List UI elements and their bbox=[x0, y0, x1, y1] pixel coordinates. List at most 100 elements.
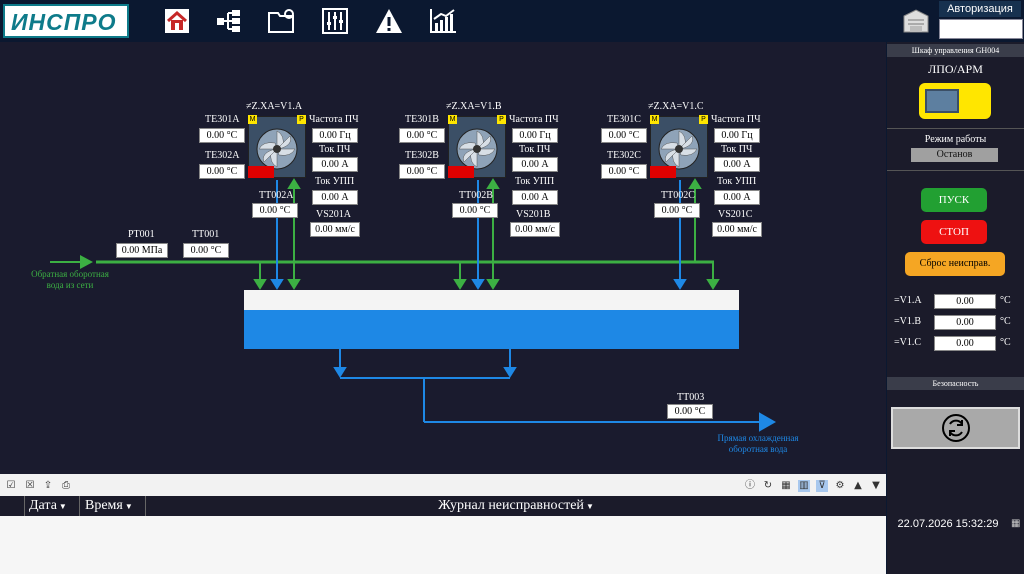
te301-label: TE301C bbox=[607, 114, 641, 125]
outlet-label: Прямая охлажденная оборотная вода bbox=[717, 433, 799, 454]
temp-unit: °C bbox=[1000, 337, 1011, 348]
freq-label: Частота ПЧ bbox=[711, 114, 761, 125]
history-icon[interactable]: ↻ bbox=[762, 480, 774, 492]
vibration-value: 0.00 мм/с bbox=[310, 222, 360, 237]
user-login-icon[interactable] bbox=[900, 6, 932, 36]
temp-label: =V1.B bbox=[894, 316, 922, 327]
tt001-label: TT001 bbox=[192, 229, 220, 240]
auth-user-field[interactable] bbox=[939, 19, 1023, 39]
freq-value: 0.00 Гц bbox=[312, 128, 358, 143]
tt001-value: 0.00 °C bbox=[183, 243, 229, 258]
control-panel: Шкаф управления GH004 ЛПО/АРМ Режим рабо… bbox=[887, 42, 1024, 474]
calendar-icon[interactable]: ▦ bbox=[780, 480, 792, 492]
reset-faults-button[interactable]: Сброс неисправ. bbox=[905, 252, 1005, 276]
freq-label: Частота ПЧ bbox=[509, 114, 559, 125]
scroll-up-icon[interactable]: ▲ bbox=[852, 480, 864, 492]
temp-label: =V1.A bbox=[894, 295, 922, 306]
tag-p: P bbox=[297, 115, 306, 124]
safety-reset-button[interactable] bbox=[891, 407, 1020, 449]
info-icon[interactable]: ⓘ bbox=[744, 480, 756, 492]
te301-label: TE301A bbox=[205, 114, 240, 125]
journal-body bbox=[0, 516, 886, 574]
journal-col-date[interactable]: Дата ▼ bbox=[25, 496, 80, 516]
temp-unit: °C bbox=[1000, 295, 1011, 306]
tag-m: M bbox=[650, 115, 659, 124]
te302-value: 0.00 °C bbox=[399, 164, 445, 179]
auth-label: Авторизация bbox=[939, 1, 1021, 17]
start-button[interactable]: ПУСК bbox=[921, 188, 987, 212]
tank-water-section bbox=[244, 310, 739, 349]
vibration-value: 0.00 мм/с bbox=[510, 222, 560, 237]
checkbox-list-icon[interactable]: ☑ bbox=[5, 480, 17, 492]
fault-indicator bbox=[248, 166, 274, 178]
circular-arrows-icon bbox=[941, 414, 970, 442]
divider bbox=[887, 128, 1024, 129]
journal-col-title[interactable]: Журнал неисправностей ▼ bbox=[146, 496, 886, 516]
piping-lines bbox=[50, 178, 777, 432]
te301-value: 0.00 °C bbox=[601, 128, 647, 143]
inlet-label: Обратная оборотная вода из сети bbox=[31, 269, 109, 290]
freq-label: Частота ПЧ bbox=[309, 114, 359, 125]
freq-value: 0.00 Гц bbox=[714, 128, 760, 143]
clock-value: 22.07.2026 15:32:29 bbox=[897, 518, 999, 530]
logo-text: ИНСПРО bbox=[11, 9, 117, 35]
logo: ИНСПРО bbox=[3, 4, 129, 38]
softstarter-label: Ток УПП bbox=[515, 176, 555, 187]
fault-journal: ☑ ☒ ⇪ ⎙ ⓘ ↻ ▦ ▥ ⊽ ⚙ ▲ ▼ Дата ▼ Время ▼ Ж… bbox=[0, 474, 886, 574]
unit-header: ≠Z.XA=V1.C bbox=[648, 101, 704, 112]
tt002-label: TT002C bbox=[661, 190, 695, 201]
filter-icon[interactable]: ⊽ bbox=[816, 480, 828, 492]
te301-label: TE301B bbox=[405, 114, 439, 125]
current-value: 0.00 А bbox=[312, 157, 358, 172]
settings-icon[interactable]: ⚙ bbox=[834, 480, 846, 492]
fault-indicator bbox=[650, 166, 676, 178]
fault-indicator bbox=[448, 166, 474, 178]
tt002-value: 0.00 °C bbox=[452, 203, 498, 218]
calendar-icon[interactable]: ▦ bbox=[1011, 518, 1020, 529]
folder-settings-icon[interactable] bbox=[267, 6, 297, 36]
vibration-label: VS201A bbox=[316, 209, 352, 220]
current-label: Ток ПЧ bbox=[721, 144, 753, 155]
warning-icon[interactable] bbox=[374, 6, 404, 36]
current-value: 0.00 А bbox=[714, 157, 760, 172]
temp-value: 0.00 bbox=[934, 294, 996, 309]
tank-air-section bbox=[244, 290, 739, 310]
scroll-down-icon[interactable]: ▼ bbox=[870, 480, 882, 492]
tt003-value: 0.00 °C bbox=[667, 404, 713, 419]
journal-col-marker bbox=[0, 496, 25, 516]
te301-value: 0.00 °C bbox=[199, 128, 245, 143]
mode-switch-knob bbox=[925, 89, 959, 113]
journal-col-time[interactable]: Время ▼ bbox=[81, 496, 146, 516]
home-icon[interactable] bbox=[162, 6, 192, 36]
vibration-label: VS201C bbox=[718, 209, 753, 220]
tt002-label: TT002A bbox=[259, 190, 294, 201]
tt002-label: TT002B bbox=[459, 190, 493, 201]
trend-chart-icon[interactable] bbox=[428, 6, 458, 36]
freq-value: 0.00 Гц bbox=[512, 128, 558, 143]
tag-p: P bbox=[699, 115, 708, 124]
sliders-icon[interactable] bbox=[320, 6, 350, 36]
softstarter-label: Ток УПП bbox=[717, 176, 757, 187]
temp-label: =V1.C bbox=[894, 337, 922, 348]
current-label: Ток ПЧ bbox=[319, 144, 351, 155]
tag-p: P bbox=[497, 115, 506, 124]
print-icon[interactable]: ⎙ bbox=[60, 480, 72, 492]
pt001-value: 0.00 МПа bbox=[116, 243, 168, 258]
export-icon[interactable]: ⇪ bbox=[42, 480, 54, 492]
te302-value: 0.00 °C bbox=[601, 164, 647, 179]
acknowledge-icon[interactable]: ☒ bbox=[24, 480, 36, 492]
softstarter-value: 0.00 А bbox=[512, 190, 558, 205]
stop-button[interactable]: СТОП bbox=[921, 220, 987, 244]
network-tree-icon[interactable] bbox=[214, 6, 244, 36]
safety-title: Безопасность bbox=[887, 377, 1024, 390]
current-value: 0.00 А bbox=[512, 157, 558, 172]
work-mode-value: Останов bbox=[911, 148, 998, 162]
mode-switch-toggle[interactable] bbox=[919, 83, 991, 119]
temp-value: 0.00 bbox=[934, 336, 996, 351]
clock-panel: 22.07.2026 15:32:29 ▦ bbox=[887, 474, 1024, 574]
unit-header: ≠Z.XA=V1.A bbox=[246, 101, 303, 112]
tag-m: M bbox=[248, 115, 257, 124]
te302-label: TE302B bbox=[405, 150, 439, 161]
temp-unit: °C bbox=[1000, 316, 1011, 327]
columns-icon[interactable]: ▥ bbox=[798, 480, 810, 492]
